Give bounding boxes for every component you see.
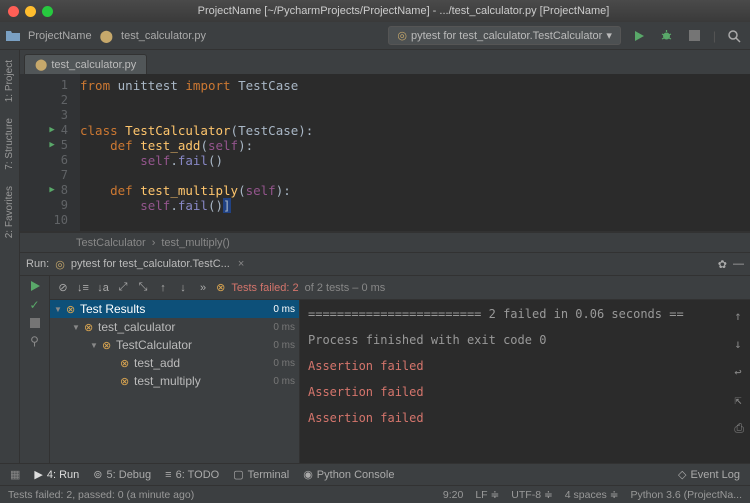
test-filter-bar: ⊘ ↓≡ ↓а ⤢ ⤡ ↑ ↓ » ⊗ Tests failed: 2 of 2…	[50, 276, 750, 300]
breadcrumb-file[interactable]: test_calculator.py	[121, 30, 206, 42]
test-tree-root[interactable]: ▼⊗ Test Results 0 ms	[50, 300, 299, 318]
console-line: ======================== 2 failed in 0.0…	[308, 304, 742, 324]
maximize-window-icon[interactable]	[42, 6, 53, 17]
breadcrumb-method[interactable]: test_multiply()	[161, 237, 229, 249]
test-console[interactable]: ======================== 2 failed in 0.0…	[300, 300, 750, 463]
minimize-window-icon[interactable]	[25, 6, 36, 17]
test-tree-test[interactable]: ⊗ test_multiply 0 ms	[50, 372, 299, 390]
block-icon[interactable]: ⊘	[56, 281, 70, 294]
collapse-all-icon[interactable]: ⤡	[136, 281, 150, 294]
expand-all-icon[interactable]: ⤢	[116, 281, 130, 294]
favorites-tool-tab[interactable]: 2: Favorites	[4, 180, 15, 244]
bottom-tool-strip: ▦ ▶ 4: Run ⊚ 5: Debug ≡ 6: TODO ▢ Termin…	[0, 463, 750, 485]
terminal-tool-tab[interactable]: ▢ Terminal	[233, 468, 289, 481]
indent[interactable]: 4 spaces ≑	[565, 489, 619, 501]
run-tool-tab[interactable]: ▶ 4: Run	[34, 468, 79, 481]
code-breadcrumb: TestCalculator › test_multiply()	[20, 232, 750, 252]
soft-wrap-icon[interactable]: ↩	[734, 362, 744, 382]
title-bar: ProjectName [~/PycharmProjects/ProjectNa…	[0, 0, 750, 22]
scroll-bottom-icon[interactable]: ↓	[734, 334, 744, 354]
export-icon[interactable]: ⇱	[734, 390, 744, 410]
console-error: Assertion failed	[308, 382, 742, 402]
test-tree-module[interactable]: ▼⊗ test_calculator 0 ms	[50, 318, 299, 336]
status-message: Tests failed: 2, passed: 0 (a minute ago…	[8, 489, 194, 501]
prev-failed-icon[interactable]: ↑	[156, 282, 170, 294]
python-console-tool-tab[interactable]: ◉ Python Console	[303, 468, 394, 481]
run-panel-label: Run:	[26, 258, 49, 270]
run-gutter-icon[interactable]: ▶	[49, 123, 54, 138]
console-error: Assertion failed	[308, 356, 742, 376]
encoding[interactable]: UTF-8 ≑	[511, 489, 552, 501]
hide-panel-icon[interactable]: —	[733, 258, 744, 270]
tests-failed-suffix: of 2 tests – 0 ms	[305, 282, 386, 294]
run-button[interactable]	[629, 26, 649, 46]
python-file-icon: ⬤	[35, 58, 47, 71]
sort-icon[interactable]: ↓≡	[76, 282, 90, 294]
search-everywhere-button[interactable]	[724, 26, 744, 46]
console-toolbar: ↑ ↓ ↩ ⇱ ⎙	[734, 306, 744, 438]
console-line: Process finished with exit code 0	[308, 330, 742, 350]
project-tool-tab[interactable]: 1: Project	[4, 54, 15, 108]
warning-icon: ⊗	[216, 281, 225, 294]
tests-failed-prefix: Tests failed: 2	[231, 282, 298, 294]
run-config-label: pytest for test_calculator.TestCalculato…	[411, 30, 602, 42]
python-file-icon: ⬤	[100, 29, 113, 43]
close-window-icon[interactable]	[8, 6, 19, 17]
caret-position[interactable]: 9:20	[443, 489, 463, 501]
code-body[interactable]: from unittest import TestCase class Test…	[80, 74, 313, 231]
todo-tool-tab[interactable]: ≡ 6: TODO	[165, 469, 219, 481]
run-settings-icon[interactable]: ✿	[718, 258, 727, 271]
pytest-icon: ◎	[55, 258, 65, 271]
test-tree-test[interactable]: ⊗ test_add 0 ms	[50, 354, 299, 372]
console-error: Assertion failed	[308, 408, 742, 428]
window-controls	[8, 6, 53, 17]
close-run-tab[interactable]: ×	[238, 258, 244, 270]
stop-tests-button[interactable]	[30, 318, 40, 328]
next-failed-icon[interactable]: ↓	[176, 282, 190, 294]
scroll-top-icon[interactable]: ↑	[734, 306, 744, 326]
run-gutter-icon[interactable]: ▶	[49, 138, 54, 153]
code-editor[interactable]: 1 2 3 ▶4 ▶5 6 7 ▶8 9 10 from unittest im…	[20, 74, 750, 232]
run-panel: Run: ◎ pytest for test_calculator.TestC.…	[20, 252, 750, 463]
event-log-tool-tab[interactable]: ◇ Event Log	[678, 468, 740, 481]
window-title: ProjectName [~/PycharmProjects/ProjectNa…	[65, 5, 742, 17]
stop-button[interactable]	[685, 26, 705, 46]
test-tree-class[interactable]: ▼⊗ TestCalculator 0 ms	[50, 336, 299, 354]
tool-windows-icon[interactable]: ▦	[10, 468, 20, 481]
pytest-icon: ◎	[397, 29, 407, 42]
folder-icon	[6, 30, 20, 42]
editor-tabs: ⬤ test_calculator.py	[20, 50, 750, 74]
toggle-auto-test[interactable]: ✓	[29, 298, 39, 312]
line-ending[interactable]: LF ≑	[475, 489, 499, 501]
gutter: 1 2 3 ▶4 ▶5 6 7 ▶8 9 10	[20, 74, 80, 231]
interpreter[interactable]: Python 3.6 (ProjectNa...	[631, 489, 742, 501]
rerun-button[interactable]	[29, 280, 41, 292]
run-panel-tab[interactable]: pytest for test_calculator.TestC...	[71, 258, 230, 270]
left-tool-window-bar: 1: Project 7: Structure 2: Favorites	[0, 50, 20, 463]
navigation-bar: ProjectName ⬤ test_calculator.py ◎ pytes…	[0, 22, 750, 50]
debug-tool-tab[interactable]: ⊚ 5: Debug	[93, 468, 151, 481]
status-bar: Tests failed: 2, passed: 0 (a minute ago…	[0, 485, 750, 503]
sort-alpha-icon[interactable]: ↓а	[96, 282, 110, 294]
run-config-dropdown[interactable]: ◎ pytest for test_calculator.TestCalcula…	[388, 26, 621, 45]
debug-button[interactable]	[657, 26, 677, 46]
run-side-toolbar: ✓ ⚲	[20, 276, 50, 463]
test-tree[interactable]: ▼⊗ Test Results 0 ms ▼⊗ test_calculator …	[50, 300, 300, 463]
structure-tool-tab[interactable]: 7: Structure	[4, 112, 15, 176]
breadcrumb-project[interactable]: ProjectName	[28, 30, 92, 42]
chevron-down-icon: ▾	[606, 29, 612, 42]
print-icon[interactable]: ⎙	[734, 418, 744, 438]
run-gutter-icon[interactable]: ▶	[49, 183, 54, 198]
editor-tab-active[interactable]: ⬤ test_calculator.py	[24, 54, 147, 74]
pin-icon[interactable]: ⚲	[30, 334, 39, 348]
editor-tab-label: test_calculator.py	[51, 59, 136, 71]
breadcrumb-class[interactable]: TestCalculator	[76, 237, 146, 249]
